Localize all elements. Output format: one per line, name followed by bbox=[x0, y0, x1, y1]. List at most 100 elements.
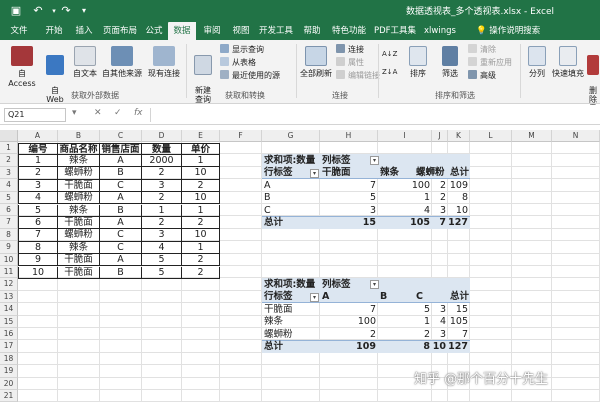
column-header-d[interactable]: D bbox=[142, 130, 182, 142]
from-access-button[interactable]: 自 Access bbox=[4, 46, 40, 88]
row-header-13[interactable]: 13 bbox=[0, 290, 18, 304]
tab-0[interactable]: 文件 bbox=[0, 22, 38, 40]
name-box[interactable]: Q21 bbox=[4, 108, 66, 122]
row-header-10[interactable]: 10 bbox=[0, 253, 18, 266]
column-header-k[interactable]: K bbox=[448, 130, 470, 142]
column-header-j[interactable]: J bbox=[432, 130, 448, 142]
column-header-i[interactable]: I bbox=[378, 130, 432, 142]
row-header-5[interactable]: 5 bbox=[0, 191, 18, 204]
tab-4[interactable]: 公式 bbox=[142, 22, 166, 40]
tab-8[interactable]: 开发工具 bbox=[256, 22, 296, 40]
filter-dropdown-icon[interactable]: ▾ bbox=[370, 156, 379, 166]
tab-1[interactable]: 开始 bbox=[40, 22, 68, 40]
pivot-row-item: 辣条 bbox=[264, 316, 284, 328]
row-header-12[interactable]: 12 bbox=[0, 278, 18, 291]
filter-dropdown-icon[interactable]: ▾ bbox=[310, 292, 319, 302]
column-header-c[interactable]: C bbox=[100, 130, 142, 142]
tab-3[interactable]: 页面布局 bbox=[100, 22, 140, 40]
enter-icon[interactable]: ✓ bbox=[114, 108, 122, 118]
worksheet-grid[interactable]: A B C D E F G H I J K L M N 1 2 3 4 5 6 7 8 9 10 11 12 13 14 15 16 17 1… bbox=[0, 130, 600, 404]
tab-6[interactable]: 审阅 bbox=[198, 22, 226, 40]
from-text-label: 自文本 bbox=[73, 69, 97, 78]
name-box-dropdown-icon[interactable]: ▾ bbox=[72, 108, 77, 118]
row-header-18[interactable]: 18 bbox=[0, 352, 18, 366]
row-header-1[interactable]: 1 bbox=[0, 142, 18, 155]
row-header-19[interactable]: 19 bbox=[0, 365, 18, 378]
table-cell: 螺蛳粉 bbox=[58, 192, 100, 205]
cancel-icon[interactable]: ✕ bbox=[94, 108, 102, 118]
table-cell: 4 bbox=[18, 192, 58, 205]
column-header-n[interactable]: N bbox=[552, 130, 600, 142]
from-table-button[interactable]: 从表格 bbox=[220, 57, 256, 69]
text-to-columns-button[interactable]: 分列 bbox=[524, 46, 550, 79]
filter-dropdown-icon[interactable]: ▾ bbox=[310, 168, 319, 178]
gridline-horizontal bbox=[18, 389, 600, 390]
filter-button[interactable]: 筛选 bbox=[436, 46, 464, 79]
select-all-corner[interactable] bbox=[0, 130, 18, 142]
tab-11[interactable]: PDF工具集 bbox=[372, 22, 418, 40]
row-header-11[interactable]: 11 bbox=[0, 266, 18, 279]
row-header-14[interactable]: 14 bbox=[0, 303, 18, 316]
column-header-g[interactable]: G bbox=[262, 130, 320, 142]
row-header-9[interactable]: 9 bbox=[0, 241, 18, 254]
column-header-l[interactable]: L bbox=[470, 130, 512, 142]
row-header-21[interactable]: 21 bbox=[0, 390, 18, 403]
from-text-button[interactable]: 自文本 bbox=[70, 46, 100, 79]
refresh-all-label: 全部刷新 bbox=[300, 69, 332, 78]
tab-5[interactable]: 数据 bbox=[168, 22, 196, 40]
refresh-all-button[interactable]: 全部刷新 bbox=[300, 46, 332, 79]
row-header-20[interactable]: 20 bbox=[0, 377, 18, 390]
existing-connections-button[interactable]: 现有连接 bbox=[146, 46, 182, 79]
row-header-17[interactable]: 17 bbox=[0, 340, 18, 353]
tab-12[interactable]: xlwings bbox=[420, 22, 460, 40]
edit-links-button[interactable]: 编辑链接 bbox=[336, 70, 380, 82]
pivot-row-item: A bbox=[264, 179, 271, 191]
properties-button[interactable]: 属性 bbox=[336, 57, 364, 69]
tab-10[interactable]: 特色功能 bbox=[328, 22, 370, 40]
tell-me-search[interactable]: 💡 操作说明搜索 bbox=[476, 22, 540, 40]
insert-function-icon[interactable]: fx bbox=[134, 108, 143, 118]
pivot-value-cell: 100 bbox=[357, 316, 376, 328]
column-header-f[interactable]: F bbox=[220, 130, 262, 142]
access-icon bbox=[11, 46, 33, 66]
formula-input[interactable] bbox=[150, 108, 596, 122]
recent-sources-button[interactable]: 最近使用的源 bbox=[220, 70, 280, 82]
clear-filter-button[interactable]: 清除 bbox=[468, 44, 496, 56]
row-header-6[interactable]: 6 bbox=[0, 204, 18, 217]
show-queries-button[interactable]: 显示查询 bbox=[220, 44, 264, 56]
column-header-b[interactable]: B bbox=[58, 130, 100, 142]
row-header-2[interactable]: 2 bbox=[0, 154, 18, 167]
sort-descending-button[interactable]: Z↓A bbox=[382, 66, 397, 78]
row-header-3[interactable]: 3 bbox=[0, 166, 18, 180]
connections-button[interactable]: 连接 bbox=[336, 44, 364, 56]
column-header-a[interactable]: A bbox=[18, 130, 58, 142]
table-cell: A bbox=[100, 154, 142, 168]
table-cell: 1 bbox=[182, 241, 220, 255]
tab-9[interactable]: 帮助 bbox=[298, 22, 326, 40]
row-header-7[interactable]: 7 bbox=[0, 216, 18, 229]
from-web-button[interactable]: 自 Web bbox=[44, 46, 66, 113]
new-query-button[interactable]: 新建 查询 bbox=[190, 46, 216, 113]
reapply-button[interactable]: 重新应用 bbox=[468, 57, 512, 69]
row-header-15[interactable]: 15 bbox=[0, 315, 18, 328]
advanced-filter-button[interactable]: 高级 bbox=[468, 70, 496, 82]
sort-ascending-button[interactable]: A↓Z bbox=[382, 48, 397, 60]
table-cell: 5 bbox=[18, 204, 58, 217]
pivot-value-cell: 2 bbox=[423, 328, 430, 340]
row-header-8[interactable]: 8 bbox=[0, 228, 18, 242]
row-header-4[interactable]: 4 bbox=[0, 179, 18, 192]
row-header-16[interactable]: 16 bbox=[0, 328, 18, 341]
table-cell: B bbox=[100, 204, 142, 217]
column-header-m[interactable]: M bbox=[512, 130, 552, 142]
table-cell: 1 bbox=[182, 204, 220, 217]
sort-button[interactable]: 排序 bbox=[404, 46, 432, 79]
table-cell: 3 bbox=[142, 229, 182, 242]
column-header-h[interactable]: H bbox=[320, 130, 378, 142]
column-header-e[interactable]: E bbox=[182, 130, 220, 142]
flash-fill-button[interactable]: 快速填充 bbox=[550, 46, 586, 79]
tab-7[interactable]: 视图 bbox=[228, 22, 254, 40]
from-other-sources-button[interactable]: 自其他来源 bbox=[102, 46, 142, 79]
table-header-cell: 编号 bbox=[18, 142, 58, 155]
filter-dropdown-icon[interactable]: ▾ bbox=[370, 280, 379, 290]
tab-2[interactable]: 插入 bbox=[70, 22, 98, 40]
